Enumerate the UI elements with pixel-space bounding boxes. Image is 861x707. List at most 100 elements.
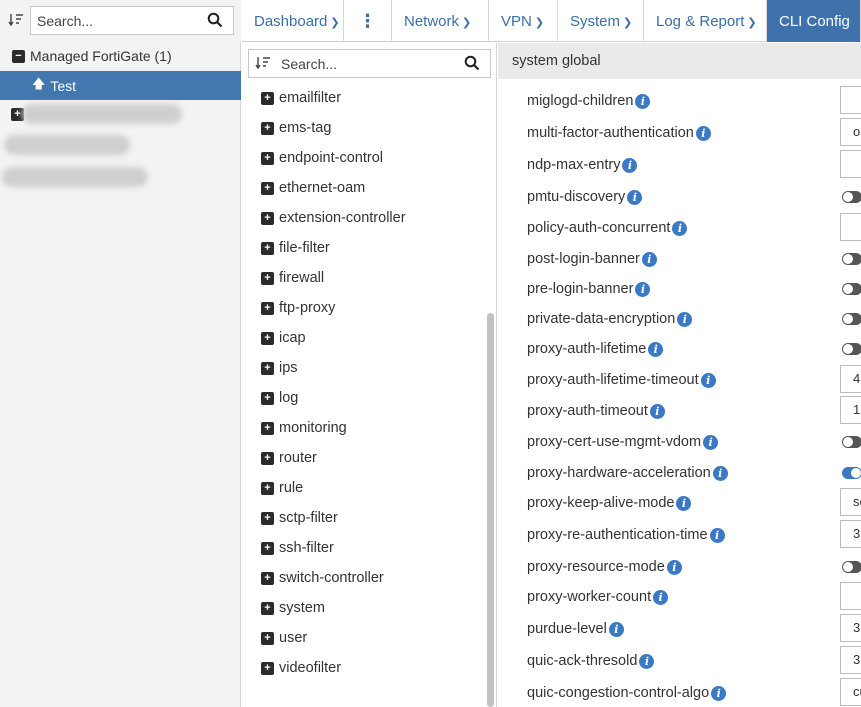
- proxy-auth-lifetime-toggle[interactable]: [842, 343, 861, 355]
- expand-icon[interactable]: +: [261, 361, 274, 375]
- expand-icon[interactable]: +: [261, 331, 274, 345]
- command-item-sctp-filter[interactable]: + sctp-filter: [242, 503, 487, 533]
- command-search-box[interactable]: [248, 49, 491, 78]
- info-icon[interactable]: i: [627, 189, 643, 205]
- expand-icon[interactable]: +: [261, 631, 274, 645]
- command-item-icap[interactable]: + icap: [242, 323, 487, 353]
- policy-auth-concurrent-input[interactable]: [840, 213, 861, 241]
- command-item-file-filter[interactable]: + file-filter: [242, 233, 487, 263]
- purdue-level-select[interactable]: 3: [840, 614, 861, 642]
- command-item-ips[interactable]: + ips: [242, 353, 487, 383]
- command-search-input[interactable]: [281, 55, 441, 73]
- command-item-router[interactable]: + router: [242, 443, 487, 473]
- nav-vpn[interactable]: VPN ❯: [489, 0, 558, 42]
- info-icon[interactable]: i: [653, 589, 669, 605]
- command-item-ftp-proxy[interactable]: + ftp-proxy: [242, 293, 487, 323]
- proxy-keep-alive-mode-select[interactable]: se: [840, 488, 861, 516]
- pre-login-banner-toggle[interactable]: [842, 283, 861, 295]
- command-item-endpoint-control[interactable]: + endpoint-control: [242, 143, 487, 173]
- proxy-worker-count-input[interactable]: [840, 582, 861, 610]
- command-item-ethernet-oam[interactable]: + ethernet-oam: [242, 173, 487, 203]
- private-data-encryption-toggle[interactable]: [842, 313, 861, 325]
- expand-icon[interactable]: +: [261, 421, 274, 435]
- quic-congestion-control-algo-select[interactable]: cu: [840, 678, 861, 706]
- proxy-hardware-acceleration-toggle[interactable]: [842, 467, 861, 479]
- expand-icon[interactable]: +: [261, 511, 274, 525]
- info-icon[interactable]: i: [622, 157, 638, 173]
- command-item-system[interactable]: + system: [242, 593, 487, 623]
- expand-icon[interactable]: +: [261, 211, 274, 225]
- collapse-icon[interactable]: −: [12, 49, 25, 63]
- info-icon[interactable]: i: [641, 251, 657, 267]
- info-icon[interactable]: i: [676, 495, 692, 511]
- expand-icon[interactable]: +: [261, 601, 274, 615]
- setting-row-multi-factor-authentication: multi-factor-authenticationi op: [498, 118, 861, 148]
- command-item-firewall[interactable]: + firewall: [242, 263, 487, 293]
- tree-node-managed-fortigate[interactable]: − Managed FortiGate (1): [0, 42, 241, 70]
- proxy-auth-timeout-input[interactable]: 1: [840, 396, 861, 424]
- nav-cli-config[interactable]: CLI Config: [767, 0, 861, 42]
- search-icon[interactable]: [207, 12, 223, 28]
- command-item-emailfilter[interactable]: + emailfilter: [242, 83, 487, 113]
- pmtu-discovery-toggle[interactable]: [842, 191, 861, 203]
- ndp-max-entry-input[interactable]: [840, 150, 861, 178]
- command-item-ssh-filter[interactable]: + ssh-filter: [242, 533, 487, 563]
- info-icon[interactable]: i: [648, 341, 664, 357]
- info-icon[interactable]: i: [635, 93, 651, 109]
- expand-icon[interactable]: +: [261, 91, 274, 105]
- command-item-user[interactable]: + user: [242, 623, 487, 653]
- info-icon[interactable]: i: [695, 125, 711, 141]
- info-icon[interactable]: i: [709, 527, 725, 543]
- search-icon[interactable]: [464, 55, 480, 71]
- info-icon[interactable]: i: [608, 621, 624, 637]
- expand-icon[interactable]: +: [261, 271, 274, 285]
- expand-icon[interactable]: +: [261, 391, 274, 405]
- sort-icon[interactable]: [6, 10, 26, 30]
- nav-dashboard[interactable]: Dashboard ❯: [242, 0, 344, 42]
- info-icon[interactable]: i: [666, 559, 682, 575]
- proxy-cert-use-mgmt-vdom-toggle[interactable]: [842, 436, 861, 448]
- command-list-scrollbar[interactable]: [487, 313, 494, 707]
- info-icon[interactable]: i: [703, 434, 719, 450]
- device-search-input[interactable]: [37, 12, 197, 30]
- nav-log-report[interactable]: Log & Report ❯: [644, 0, 767, 42]
- proxy-re-authentication-time-input[interactable]: 3: [840, 520, 861, 548]
- post-login-banner-toggle[interactable]: [842, 253, 861, 265]
- info-icon[interactable]: i: [672, 220, 688, 236]
- command-item-log[interactable]: + log: [242, 383, 487, 413]
- command-item-extension-controller[interactable]: + extension-controller: [242, 203, 487, 233]
- expand-icon[interactable]: +: [261, 541, 274, 555]
- expand-icon[interactable]: +: [261, 151, 274, 165]
- info-icon[interactable]: i: [711, 685, 727, 701]
- expand-icon[interactable]: +: [261, 661, 274, 675]
- proxy-resource-mode-toggle[interactable]: [842, 561, 861, 573]
- miglogd-children-input[interactable]: [840, 86, 861, 114]
- sort-icon[interactable]: [255, 55, 271, 74]
- info-icon[interactable]: i: [635, 281, 651, 297]
- command-item-videofilter[interactable]: + videofilter: [242, 653, 487, 683]
- nav-network[interactable]: Network ❯: [392, 0, 489, 42]
- expand-icon[interactable]: +: [261, 481, 274, 495]
- info-icon[interactable]: i: [649, 403, 665, 419]
- info-icon[interactable]: i: [700, 372, 716, 388]
- expand-icon[interactable]: +: [261, 571, 274, 585]
- device-search-box[interactable]: [30, 6, 234, 35]
- multi-factor-authentication-select[interactable]: op: [840, 118, 861, 146]
- expand-icon[interactable]: +: [261, 181, 274, 195]
- nav-system[interactable]: System ❯: [558, 0, 644, 42]
- expand-icon[interactable]: +: [261, 241, 274, 255]
- info-icon[interactable]: i: [712, 465, 728, 481]
- command-item-monitoring[interactable]: + monitoring: [242, 413, 487, 443]
- info-icon[interactable]: i: [639, 653, 655, 669]
- info-icon[interactable]: i: [677, 311, 693, 327]
- tree-node-selected-device[interactable]: 🡅 Test: [0, 71, 241, 100]
- quic-ack-thresold-input[interactable]: 3: [840, 646, 861, 674]
- expand-icon[interactable]: +: [261, 301, 274, 315]
- command-item-rule[interactable]: + rule: [242, 473, 487, 503]
- command-item-switch-controller[interactable]: + switch-controller: [242, 563, 487, 593]
- more-menu-icon[interactable]: ⋮: [344, 0, 392, 42]
- command-item-ems-tag[interactable]: + ems-tag: [242, 113, 487, 143]
- expand-icon[interactable]: +: [261, 451, 274, 465]
- expand-icon[interactable]: +: [261, 121, 274, 135]
- proxy-auth-lifetime-timeout-input[interactable]: 4: [840, 365, 861, 393]
